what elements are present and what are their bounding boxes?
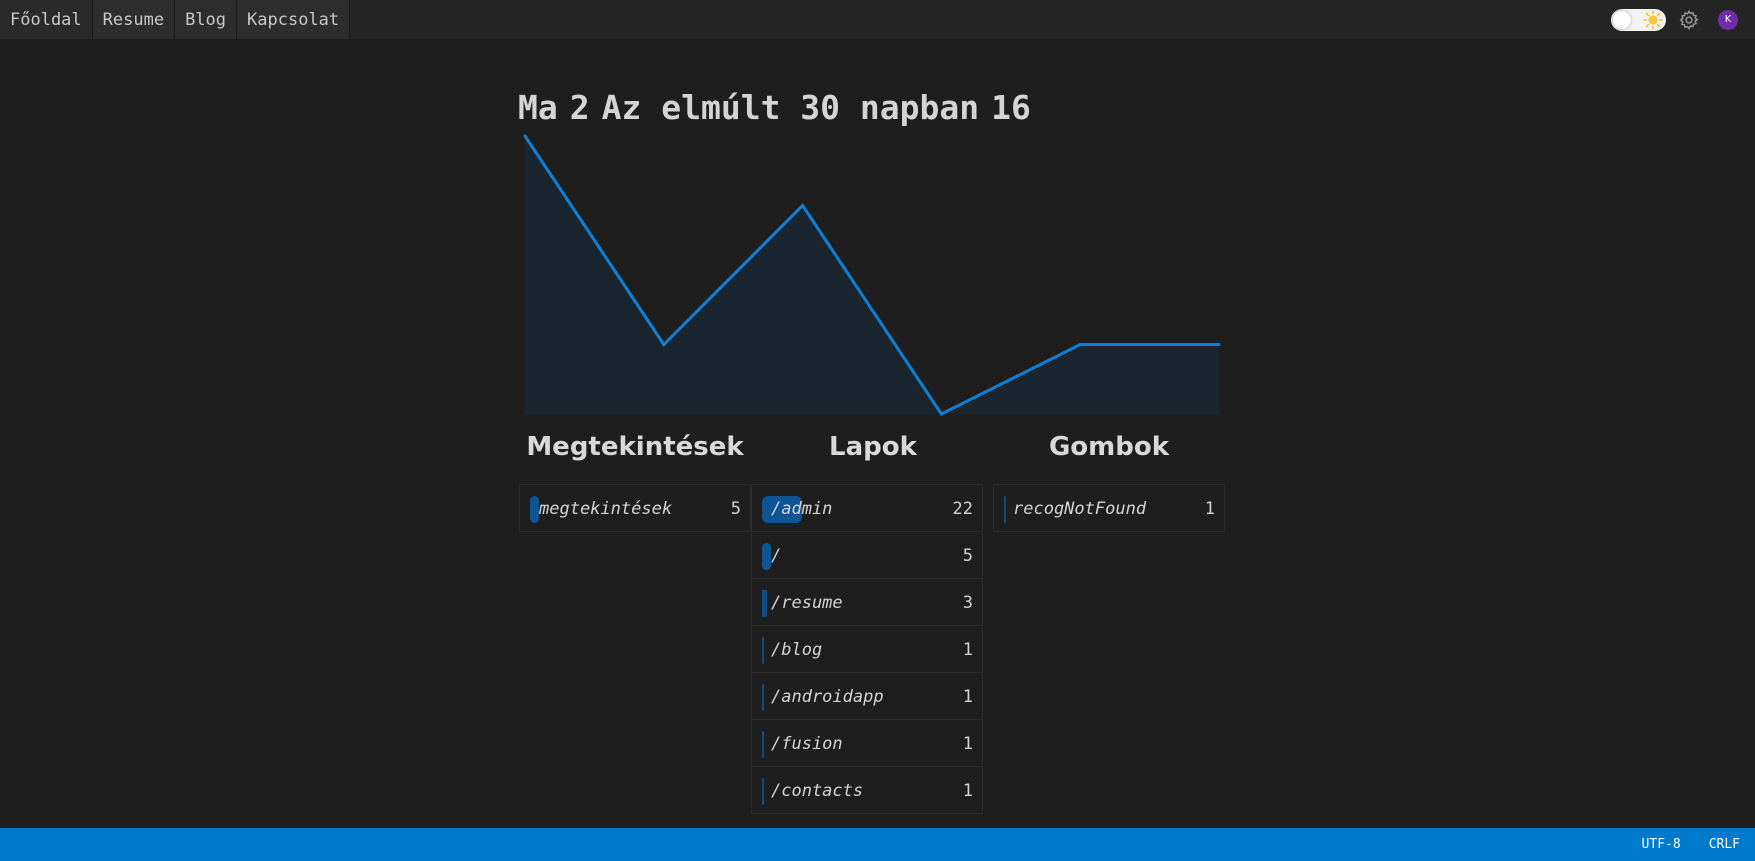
toggle-knob xyxy=(1613,10,1631,29)
chart-point xyxy=(1217,343,1221,346)
month-value: 16 xyxy=(991,88,1031,127)
share-bar xyxy=(1004,496,1006,523)
table-row: /resume 3 xyxy=(751,578,983,626)
avatar[interactable]: K xyxy=(1718,9,1738,30)
row-count: 1 xyxy=(962,687,973,707)
share-bar xyxy=(762,590,768,617)
today-value: 2 xyxy=(569,88,590,127)
theme-toggle[interactable] xyxy=(1611,8,1666,31)
chart-area-fill xyxy=(525,136,1219,414)
nav-item-resume[interactable]: Resume xyxy=(92,0,176,39)
month-label: Az elmúlt 30 napban xyxy=(601,88,980,127)
nav-item-home[interactable]: Főoldal xyxy=(0,0,93,39)
row-label: / xyxy=(771,546,782,566)
row-label: /resume xyxy=(771,593,843,613)
row-label: megtekintések xyxy=(539,499,673,519)
table-row: /contacts 1 xyxy=(751,766,983,814)
row-label: /androidapp xyxy=(771,687,884,707)
chart-point xyxy=(1078,343,1082,346)
pages-table: /admin 22/5/resume 3/blog 1/androidapp 1/fus… xyxy=(751,484,983,814)
table-row: /fusion 1 xyxy=(751,719,983,767)
row-count: 22 xyxy=(952,499,973,519)
views-table: megtekintések 5 xyxy=(519,484,751,532)
encoding-indicator[interactable]: UTF-8 xyxy=(1642,837,1681,852)
row-label: /admin xyxy=(771,499,833,519)
header-actions: K xyxy=(1611,0,1755,39)
row-count: 5 xyxy=(962,546,973,566)
column-title-views: Megtekintések xyxy=(526,432,744,462)
row-count: 3 xyxy=(962,593,973,613)
chart-point xyxy=(801,204,805,207)
table-row: /admin 22 xyxy=(751,484,983,532)
sun-icon xyxy=(1643,9,1663,30)
table-row: /blog 1 xyxy=(751,625,983,673)
row-label: recogNotFound xyxy=(1013,499,1147,519)
table-row: megtekintések 5 xyxy=(519,484,751,532)
chart-point xyxy=(662,343,666,346)
row-count: 1 xyxy=(962,640,973,660)
column-title-buttons: Gombok xyxy=(1048,432,1170,462)
buttons-table: recogNotFound 1 xyxy=(993,484,1225,532)
top-navigation: Főoldal Resume Blog Kapcsolat K xyxy=(0,0,1755,39)
share-bar xyxy=(762,637,764,664)
share-bar xyxy=(762,778,764,805)
table-row: recogNotFound 1 xyxy=(993,484,1225,532)
visit-summary: Ma 2 Az elmúlt 30 napban 16 xyxy=(518,88,1043,127)
status-bar: UTF-8 CRLF xyxy=(0,828,1755,861)
row-count: 1 xyxy=(962,734,973,754)
share-bar xyxy=(530,496,540,523)
row-count: 5 xyxy=(730,499,741,519)
visits-chart xyxy=(523,134,1221,416)
nav-item-contact[interactable]: Kapcsolat xyxy=(237,0,351,39)
line-ending-indicator[interactable]: CRLF xyxy=(1709,837,1740,852)
nav-item-blog[interactable]: Blog xyxy=(175,0,238,39)
chart-point xyxy=(523,134,527,138)
row-count: 1 xyxy=(1204,499,1215,519)
share-bar xyxy=(762,543,772,570)
gear-icon[interactable] xyxy=(1678,9,1700,31)
column-title-pages: Lapok xyxy=(829,432,917,462)
row-label: /blog xyxy=(771,640,823,660)
row-count: 1 xyxy=(962,781,973,801)
share-bar xyxy=(762,731,764,758)
share-bar xyxy=(762,684,764,711)
row-label: /contacts xyxy=(771,781,864,801)
chart-point xyxy=(939,412,943,416)
table-row: /5 xyxy=(751,531,983,579)
row-label: /fusion xyxy=(771,734,843,754)
today-label: Ma xyxy=(518,88,558,127)
table-row: /androidapp 1 xyxy=(751,672,983,720)
